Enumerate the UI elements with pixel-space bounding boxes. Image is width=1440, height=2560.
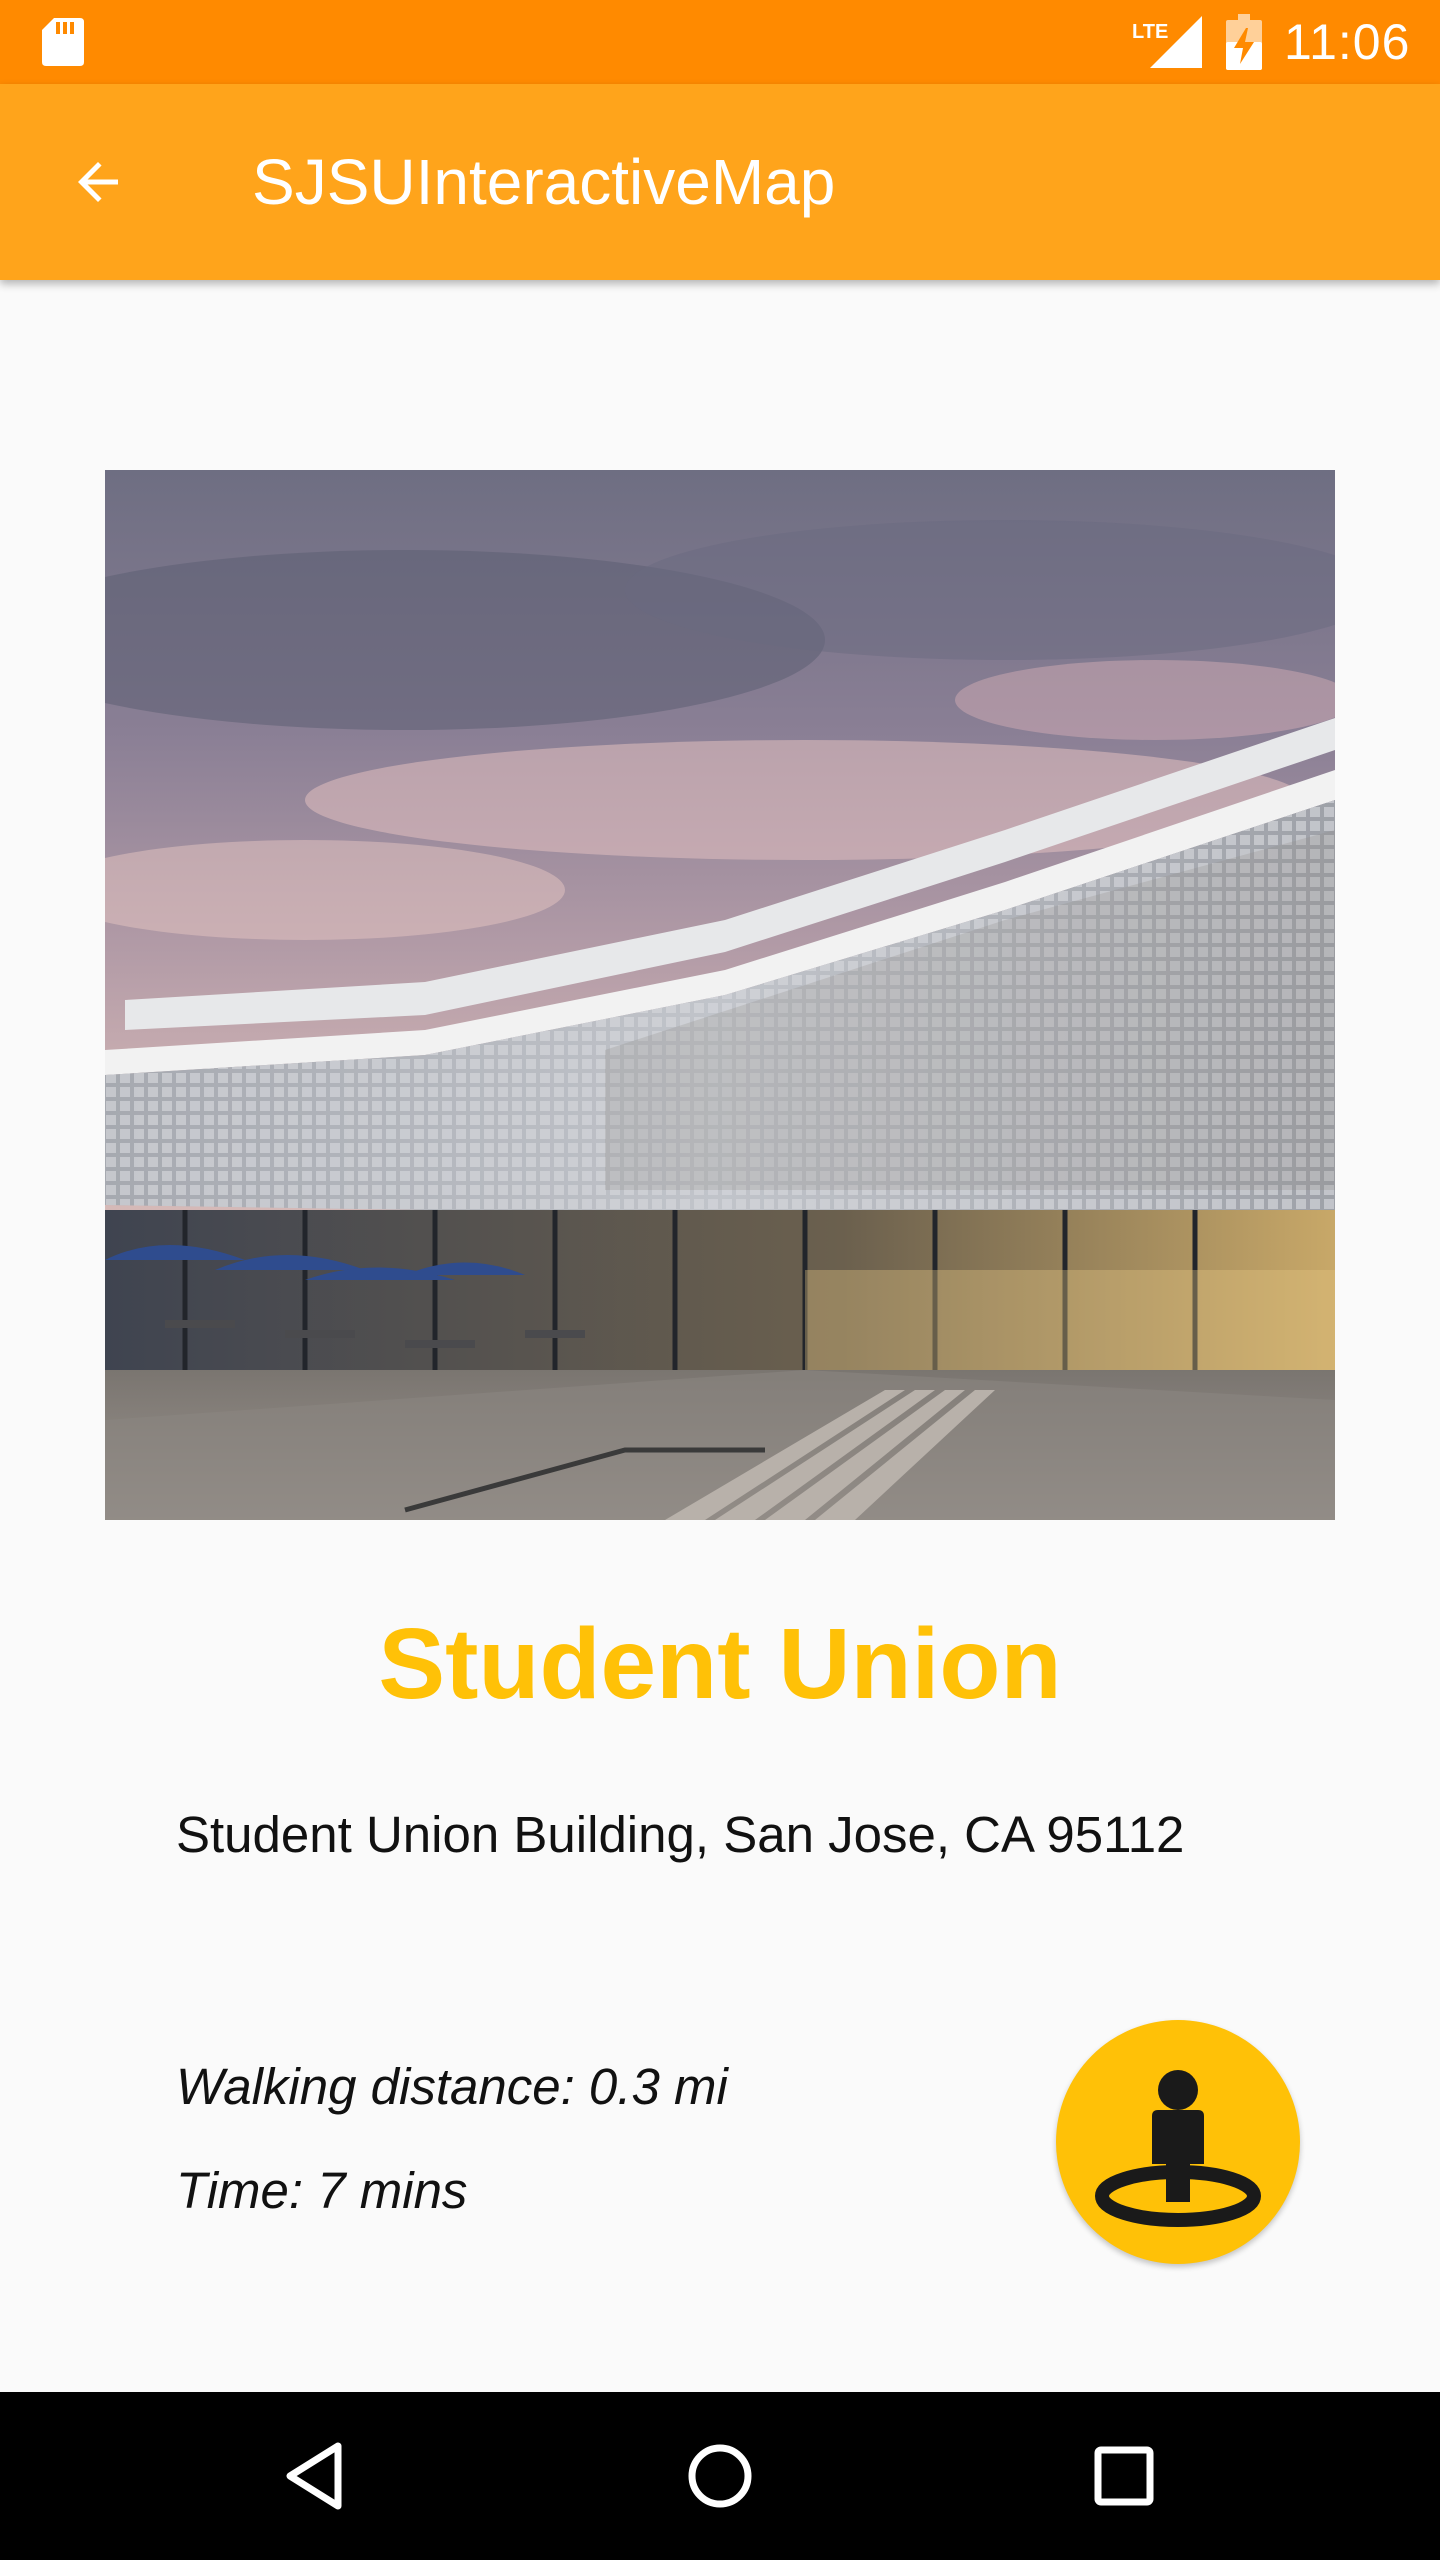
nav-home-button[interactable] (670, 2426, 770, 2526)
nav-recents-button[interactable] (1074, 2426, 1174, 2526)
status-bar: LTE 11:06 (0, 0, 1440, 84)
back-button[interactable] (50, 134, 146, 230)
building-address: Student Union Building, San Jose, CA 951… (176, 1806, 1185, 1863)
building-name: Student Union (378, 1608, 1062, 1720)
nav-home-icon (688, 2444, 752, 2508)
status-clock: 11:06 (1284, 14, 1411, 70)
building-detail-content: Student Union Student Union Building, Sa… (0, 280, 1440, 2392)
sd-card-icon (42, 18, 84, 66)
street-view-person-icon (1095, 2070, 1261, 2227)
battery-charging-icon (1226, 14, 1262, 70)
nav-recents-icon (1094, 2446, 1154, 2506)
nav-back-icon (286, 2442, 342, 2510)
app-title: SJSUInteractiveMap (252, 146, 836, 218)
street-view-button[interactable] (1056, 2020, 1300, 2264)
walking-time: Time: 7 mins (176, 2162, 468, 2219)
lte-signal-icon: LTE (1132, 16, 1202, 68)
walking-distance: Walking distance: 0.3 mi (176, 2058, 728, 2115)
student-union-building-photo (105, 470, 1335, 1520)
nav-back-button[interactable] (266, 2426, 366, 2526)
arrow-back-icon (78, 162, 118, 202)
app-bar: SJSUInteractiveMap (0, 84, 1440, 280)
system-nav-bar (0, 2392, 1440, 2560)
network-label: LTE (1132, 21, 1168, 43)
